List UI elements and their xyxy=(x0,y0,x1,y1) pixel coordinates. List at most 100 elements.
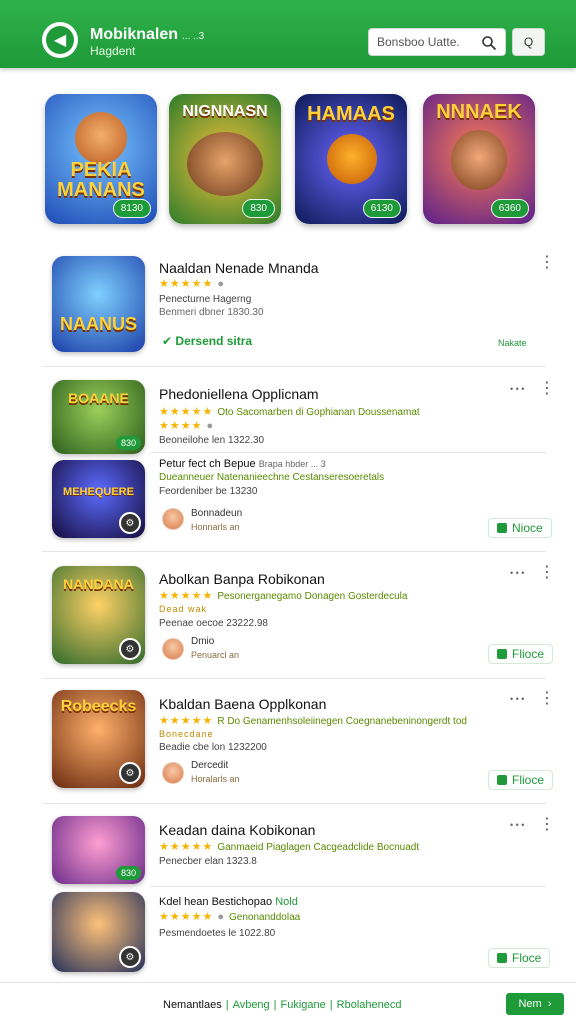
app-name[interactable]: Naaldan Nenade Mnanda xyxy=(159,260,319,276)
app-side-label: • • • xyxy=(510,384,525,394)
featured-tile-badge: 830 xyxy=(242,199,275,218)
more-menu-icon[interactable]: ⋮ xyxy=(539,817,555,833)
rating-stars-secondary: ★★★★ ● xyxy=(159,419,214,432)
featured-carousel: PEKIA MANANS 8130 NIGNNASN 830 HAMAAS 61… xyxy=(45,94,542,224)
featured-tile[interactable]: NIGNNASN 830 xyxy=(169,94,281,224)
footer-link[interactable]: Avbeng xyxy=(233,999,270,1011)
developer-name[interactable]: Dmio xyxy=(191,636,214,647)
app-meta: Feordeniber be 13230 xyxy=(159,486,258,497)
app-side-label: • • • xyxy=(510,694,525,704)
search-box[interactable] xyxy=(368,28,506,56)
more-menu-icon[interactable]: ⋮ xyxy=(539,565,555,581)
app-side-label: • • • xyxy=(510,568,525,578)
thumbnail-badge-icon: ⚙ xyxy=(119,512,141,534)
rating-stars-secondary-text: ★★★★ xyxy=(159,420,203,432)
app-meta: Beadie cbe lon 1232200 xyxy=(159,742,267,753)
thumbnail-title: Robeecks xyxy=(60,698,137,715)
developer-name[interactable]: Dercedit xyxy=(191,760,228,771)
featured-tile[interactable]: PEKIA MANANS 8130 xyxy=(45,94,157,224)
list-item[interactable]: MEHEQUERE ⚙ Petur fect ch Bepue Brapa hb… xyxy=(42,456,552,548)
developer-avatar[interactable] xyxy=(162,508,184,530)
more-menu-icon[interactable]: ⋮ xyxy=(539,691,555,707)
app-name[interactable]: Phedoniellena Opplicnam xyxy=(159,386,319,402)
featured-tile-badge: 8130 xyxy=(112,199,151,218)
app-meta: Beoneilohe len 1322.30 xyxy=(159,435,265,446)
rating-stars: ★★★★★ Ganmaeid Piaglagen Cacgeadclide Boc… xyxy=(159,841,420,853)
footer-next-button[interactable]: Nem › xyxy=(506,993,564,1015)
header-search-button[interactable]: Q xyxy=(512,28,545,56)
footer-links: Nemantlaes | Avbeng | Fukigane | Rbolahenecd xyxy=(163,999,402,1011)
developer-sub: Penuarcl an xyxy=(191,650,240,660)
pumpkin-character-icon xyxy=(327,134,377,184)
install-button-label: Nioce xyxy=(512,521,543,535)
info-icon: ● xyxy=(217,911,226,923)
app-name[interactable]: Kdel hean Bestichopao Nold xyxy=(159,896,298,908)
footer-link[interactable]: Rbolahenecd xyxy=(337,999,402,1011)
app-name[interactable]: Kbaldan Baena Opplkonan xyxy=(159,696,326,712)
app-tagline: Dueanneuer Natenanieechne Cestanseresoer… xyxy=(159,472,385,483)
app-thumbnail[interactable]: MEHEQUERE ⚙ xyxy=(52,460,145,538)
developer-avatar[interactable] xyxy=(162,762,184,784)
app-tagline: Pesonerganegamo Donagen Gosterdecula xyxy=(217,591,408,602)
footer-link[interactable]: Fukigane xyxy=(281,999,326,1011)
app-name-text: Kdel hean Bestichopao xyxy=(159,896,273,908)
rating-stars: ★★★★★ ● Genonanddolaa xyxy=(159,911,301,923)
developer-name[interactable]: Bonnadeun xyxy=(191,508,242,519)
list-item[interactable]: NANDANA ⚙ Abolkan Banpa Robikonan ★★★★★ P… xyxy=(42,562,555,674)
app-name-text: Petur fect ch Bepue xyxy=(159,458,256,470)
install-button[interactable]: Flioce xyxy=(488,644,554,664)
info-icon: ● xyxy=(206,420,215,432)
thumbs-up-icon xyxy=(497,953,507,963)
app-meta: Penecturne Hagerng xyxy=(159,294,252,305)
list-item[interactable]: Robeecks ⚙ Kbaldan Baena Opplkonan ★★★★★… xyxy=(42,688,555,800)
app-title-small: ... ..3 xyxy=(182,31,205,42)
developer-avatar[interactable] xyxy=(162,638,184,660)
list-item[interactable]: 830 Keadan daina Kobikonan ★★★★★ Ganmaeid… xyxy=(42,814,555,886)
install-link-label: Dersend sitra xyxy=(175,334,253,348)
app-thumbnail[interactable]: ⚙ xyxy=(52,892,145,972)
app-thumbnail[interactable]: NAANUS xyxy=(52,256,145,352)
more-menu-icon[interactable]: ⋮ xyxy=(539,255,555,271)
app-thumbnail[interactable]: BOAANE 830 xyxy=(52,380,145,454)
thumbnail-badge: 830 xyxy=(115,866,141,880)
list-item[interactable]: NAANUS Naaldan Nenade Mnanda ★★★★★ ● Pen… xyxy=(42,244,555,366)
thumbnail-title: NANDANA xyxy=(63,576,134,592)
featured-tile-title: PEKIA MANANS xyxy=(57,159,145,201)
footer-link[interactable]: Nemantlaes xyxy=(163,999,222,1011)
rating-stars: ★★★★★ ● xyxy=(159,277,225,290)
app-thumbnail[interactable]: 830 xyxy=(52,816,145,884)
list-item[interactable]: ⚙ Kdel hean Bestichopao Nold ★★★★★ ● Geno… xyxy=(42,890,551,976)
thumbnail-badge: 830 xyxy=(115,436,141,450)
app-thumbnail[interactable]: NANDANA ⚙ xyxy=(52,566,145,664)
footer-bar: Nemantlaes | Avbeng | Fukigane | Rbolahenecd xyxy=(0,982,576,1024)
search-icon[interactable] xyxy=(481,35,497,51)
app-side-label: Nakate xyxy=(498,338,527,348)
more-menu-icon[interactable]: ⋮ xyxy=(539,381,555,397)
featured-tile[interactable]: NNNAEK 6360 xyxy=(423,94,535,224)
search-input[interactable] xyxy=(377,35,481,49)
rating-stars-text: ★★★★★ xyxy=(159,278,214,290)
install-button-label: Flioce xyxy=(512,773,545,787)
app-tagline: Genonanddolaa xyxy=(229,912,301,923)
featured-tile-title: NNNAEK xyxy=(436,101,522,123)
featured-tile[interactable]: HAMAAS 6130 xyxy=(295,94,407,224)
install-button[interactable]: Flioce xyxy=(488,770,554,790)
rating-stars: ★★★★★ Pesonerganegamo Donagen Gosterdecul… xyxy=(159,590,408,602)
app-meta: Peenae oecoe 23222.98 xyxy=(159,618,268,629)
thumbnail-title: NAANUS xyxy=(59,314,137,334)
rating-stars-text: ★★★★★ xyxy=(159,406,214,418)
app-logo[interactable]: ◀ xyxy=(42,22,78,58)
app-name[interactable]: Abolkan Banpa Robikonan xyxy=(159,571,325,587)
thumbnail-badge-icon: ⚙ xyxy=(119,762,141,784)
app-thumbnail[interactable]: Robeecks ⚙ xyxy=(52,690,145,788)
install-button[interactable]: Nioce xyxy=(488,518,552,538)
list-item[interactable]: BOAANE 830 Phedoniellena Opplicnam ★★★★★… xyxy=(42,374,555,454)
app-subtitle: Hagdent xyxy=(90,44,136,58)
app-tagline: Oto Sacomarben di Gophianan Doussenamat xyxy=(217,407,420,418)
thumbnail-badge-icon: ⚙ xyxy=(119,946,141,968)
install-link[interactable]: ✔ Dersend sitra xyxy=(162,334,252,348)
app-name[interactable]: Keadan daina Kobikonan xyxy=(159,822,315,838)
featured-tile-badge: 6130 xyxy=(362,199,401,218)
install-button[interactable]: Floce xyxy=(488,948,551,968)
app-name[interactable]: Petur fect ch Bepue Brapa hbder ... 3 xyxy=(159,458,326,470)
